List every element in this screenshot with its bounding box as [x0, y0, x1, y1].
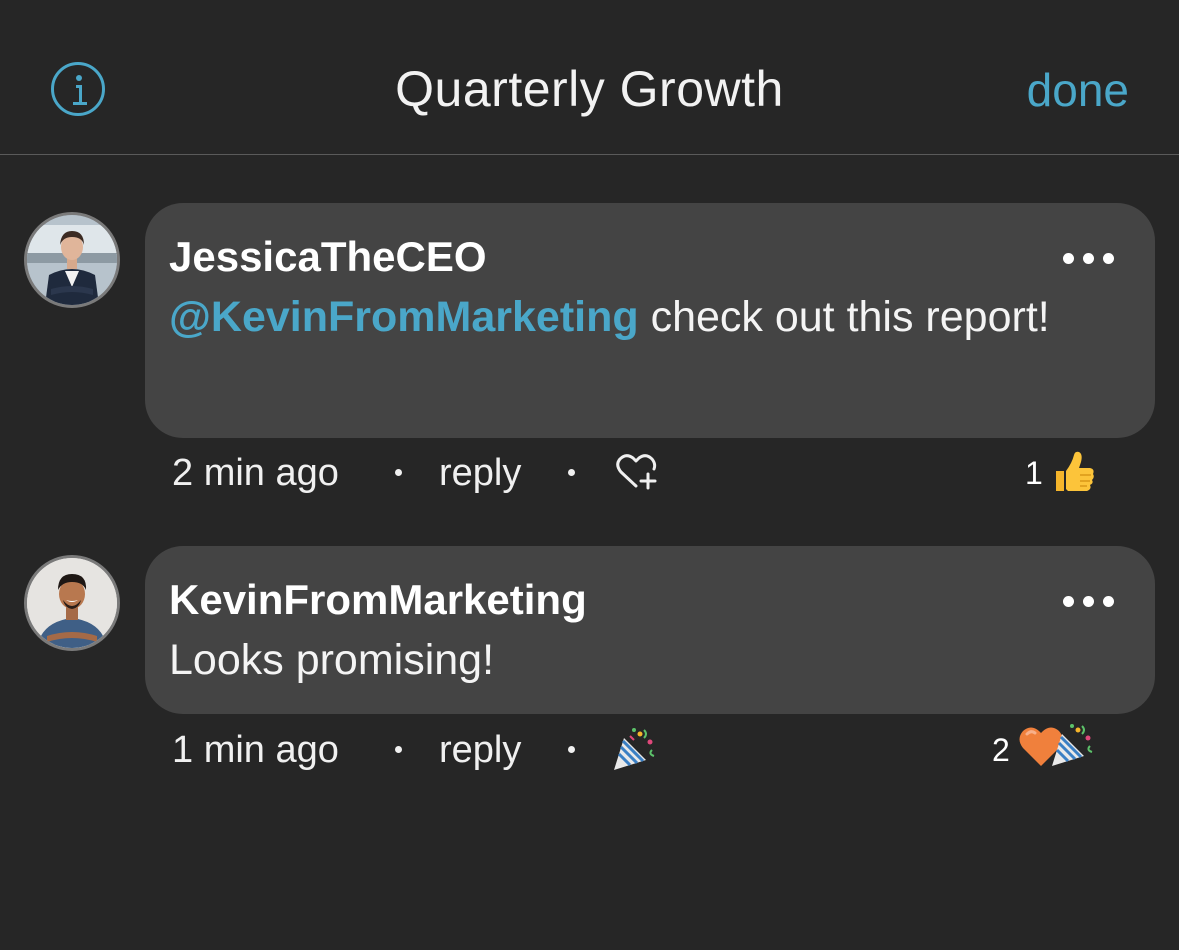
comment-author[interactable]: JessicaTheCEO	[169, 229, 1115, 285]
separator-dot	[568, 469, 575, 476]
comment-meta: 2 min ago reply 1	[172, 445, 1112, 501]
party-popper-emoji[interactable]	[1048, 722, 1096, 775]
separator-dot	[395, 746, 402, 753]
separator-dot	[568, 746, 575, 753]
header-bar: Quarterly Growth done	[0, 0, 1179, 155]
comment-meta: 1 min ago reply 2	[172, 722, 1112, 778]
reply-button[interactable]: reply	[439, 722, 521, 778]
comment-body: check out this report!	[638, 293, 1050, 341]
more-options-icon[interactable]	[1063, 596, 1115, 608]
more-options-icon[interactable]	[1063, 253, 1115, 265]
heart-plus-icon[interactable]	[615, 451, 659, 496]
comment-timestamp: 2 min ago	[172, 452, 339, 494]
reply-button[interactable]: reply	[439, 445, 521, 501]
done-button[interactable]: done	[1027, 60, 1129, 120]
comment-body: Looks promising!	[169, 636, 495, 684]
party-popper-icon[interactable]	[610, 726, 658, 779]
separator-dot	[395, 469, 402, 476]
comment-text: Looks promising!	[169, 628, 1115, 692]
comment-timestamp: 1 min ago	[172, 729, 339, 771]
comment-bubble: KevinFromMarketing Looks promising!	[145, 546, 1155, 714]
reaction-count: 1	[1025, 455, 1043, 491]
comment-text: @KevinFromMarketing check out this repor…	[169, 285, 1115, 349]
thumbs-up-emoji[interactable]	[1050, 449, 1096, 500]
avatar[interactable]	[24, 212, 120, 308]
mention-link[interactable]: @KevinFromMarketing	[169, 293, 639, 341]
comment-bubble: JessicaTheCEO @KevinFromMarketing check …	[145, 203, 1155, 438]
comment-author[interactable]: KevinFromMarketing	[169, 572, 1115, 628]
reaction-count: 2	[992, 732, 1010, 768]
avatar[interactable]	[24, 555, 120, 651]
page-title: Quarterly Growth	[395, 61, 784, 117]
